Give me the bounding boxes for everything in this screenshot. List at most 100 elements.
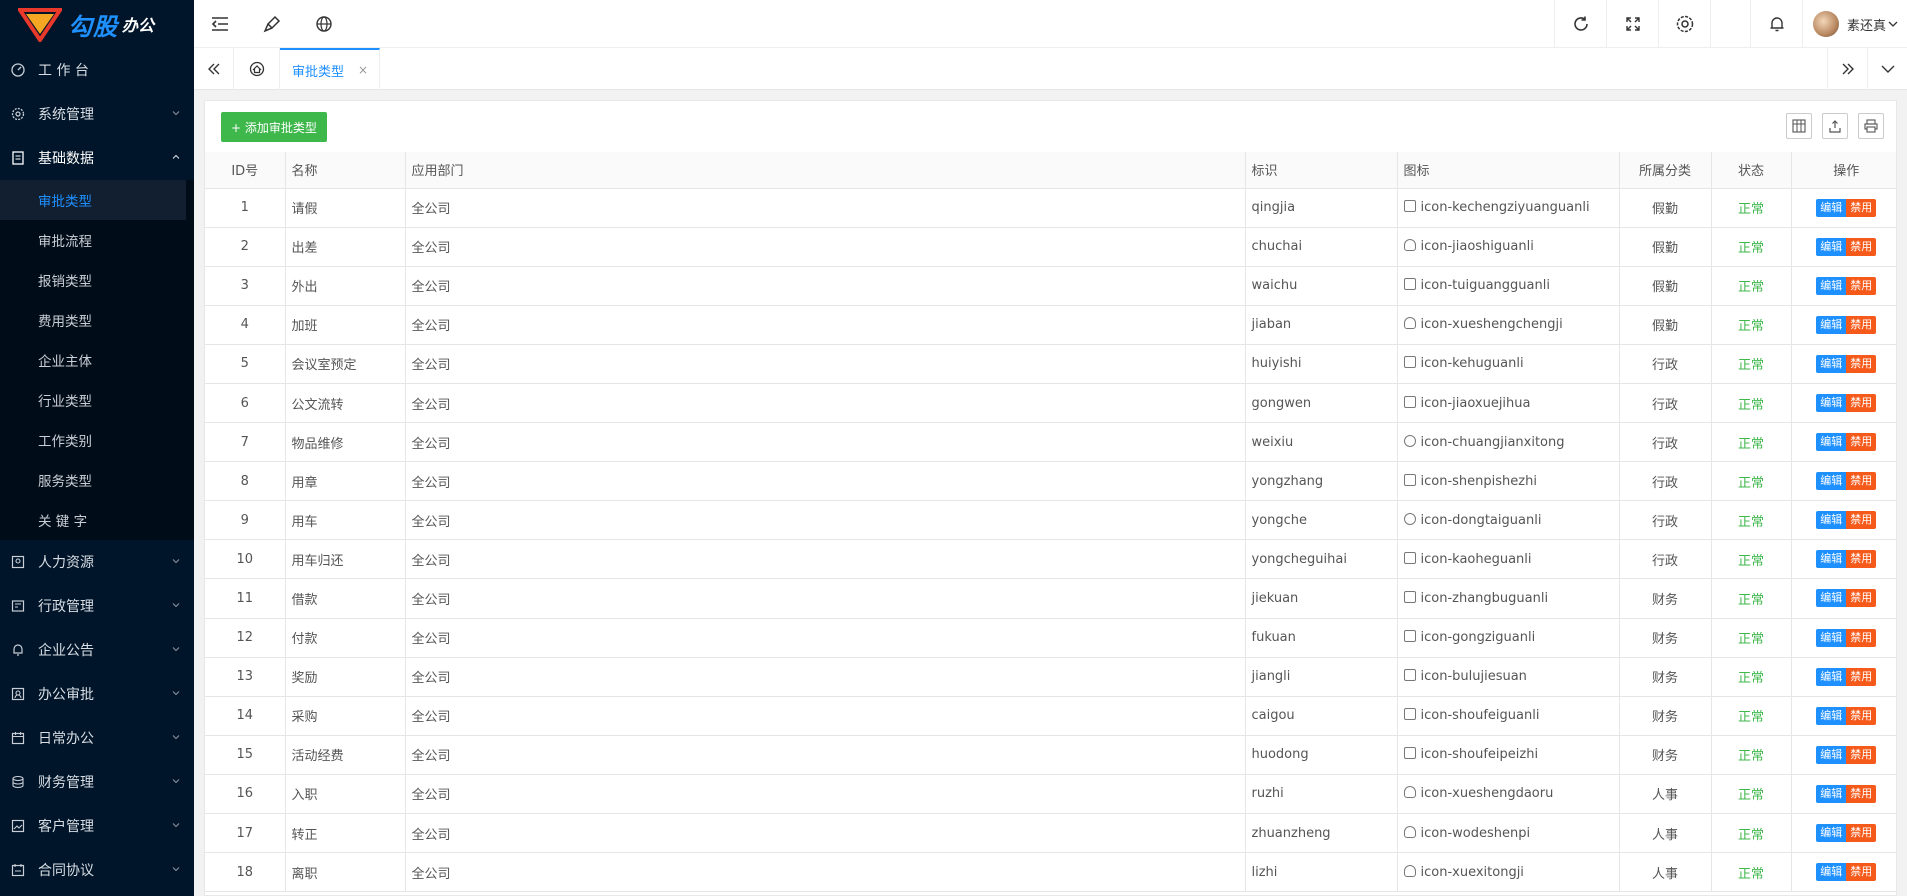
header-code[interactable]: 标识	[1245, 152, 1398, 189]
disable-button[interactable]: 禁用	[1846, 706, 1877, 725]
edit-button[interactable]: 编辑	[1816, 824, 1847, 843]
sidebar-item-industry-type[interactable]: 行业类型	[0, 380, 194, 420]
edit-button[interactable]: 编辑	[1816, 198, 1847, 217]
table-row[interactable]: 5 会议室预定 全公司 huiyishi icon-kehuguanli 行政 正常 编辑 禁用	[205, 344, 1896, 384]
header-department[interactable]: 应用部门	[405, 152, 1246, 189]
nav-admin[interactable]: 行政管理	[0, 584, 194, 628]
edit-button[interactable]: 编辑	[1816, 589, 1847, 608]
disable-button[interactable]: 禁用	[1846, 276, 1877, 295]
nav-daily[interactable]: 日常办公	[0, 716, 194, 760]
table-row[interactable]: 12 付款 全公司 fukuan icon-gongziguanli 财务 正常 编辑 禁用	[205, 618, 1896, 658]
edit-button[interactable]: 编辑	[1816, 784, 1847, 803]
edit-button[interactable]: 编辑	[1816, 276, 1847, 295]
print-icon[interactable]	[1858, 113, 1884, 139]
disable-button[interactable]: 禁用	[1846, 628, 1877, 647]
menu-toggle-icon[interactable]	[194, 0, 246, 48]
table-row[interactable]: 18 离职 全公司 lizhi icon-xuexitongji 人事 正常 编辑 禁用	[205, 852, 1896, 893]
disable-button[interactable]: 禁用	[1846, 784, 1877, 803]
edit-button[interactable]: 编辑	[1816, 706, 1847, 725]
edit-button[interactable]: 编辑	[1816, 433, 1847, 452]
nav-contract[interactable]: 合同协议	[0, 848, 194, 892]
sidebar-item-work-category[interactable]: 工作类别	[0, 420, 194, 460]
table-row[interactable]: 16 入职 全公司 ruzhi icon-xueshengdaoru 人事 正常 编辑 禁用	[205, 774, 1896, 815]
table-row[interactable]: 3 外出 全公司 waichu icon-tuiguangguanli 假勤 正常 编辑 禁用	[205, 266, 1896, 306]
table-row[interactable]: 11 借款 全公司 jiekuan icon-zhangbuguanli 财务 正常 编辑 禁用	[205, 578, 1896, 619]
nav-workbench[interactable]: 工 作 台	[0, 48, 194, 92]
edit-button[interactable]: 编辑	[1816, 511, 1847, 530]
disable-button[interactable]: 禁用	[1846, 589, 1877, 608]
header-name[interactable]: 名称	[285, 152, 406, 189]
edit-button[interactable]: 编辑	[1816, 745, 1847, 764]
user-menu[interactable]: 素还真	[1803, 0, 1907, 48]
header-category[interactable]: 所属分类	[1619, 152, 1712, 189]
sidebar-item-expense-type[interactable]: 费用类型	[0, 300, 194, 340]
export-icon[interactable]	[1822, 113, 1848, 139]
disable-button[interactable]: 禁用	[1846, 354, 1877, 373]
nav-finance[interactable]: 财务管理	[0, 760, 194, 804]
table-row[interactable]: 6 公文流转 全公司 gongwen icon-jiaoxuejihua 行政 正常 编辑 禁用	[205, 383, 1896, 424]
nav-basic-data[interactable]: 基础数据	[0, 136, 194, 180]
nav-system[interactable]: 系统管理	[0, 92, 194, 136]
sidebar-item-service-type[interactable]: 服务类型	[0, 460, 194, 500]
disable-button[interactable]: 禁用	[1846, 315, 1877, 334]
disable-button[interactable]: 禁用	[1846, 745, 1877, 764]
sidebar-item-keyword[interactable]: 关 键 字	[0, 500, 194, 540]
table-row[interactable]: 7 物品维修 全公司 weixiu icon-chuangjianxitong 行政 正常 编…	[205, 422, 1896, 463]
edit-button[interactable]: 编辑	[1816, 628, 1847, 647]
bell-icon[interactable]	[1751, 0, 1803, 48]
columns-filter-icon[interactable]	[1786, 113, 1812, 139]
table-row[interactable]: 13 奖励 全公司 jiangli icon-bulujiesuan 财务 正常 编辑 禁用	[205, 657, 1896, 697]
disable-button[interactable]: 禁用	[1846, 394, 1877, 413]
settings-gear-icon[interactable]	[1659, 0, 1711, 48]
disable-button[interactable]: 禁用	[1846, 824, 1877, 843]
refresh-icon[interactable]	[1555, 0, 1607, 48]
logo[interactable]: 勾股 办公	[0, 0, 194, 48]
fullscreen-icon[interactable]	[1607, 0, 1659, 48]
nav-customer[interactable]: 客户管理	[0, 804, 194, 848]
disable-button[interactable]: 禁用	[1846, 511, 1877, 530]
header-id[interactable]: ID号	[205, 152, 286, 189]
disable-button[interactable]: 禁用	[1846, 433, 1877, 452]
globe-icon[interactable]	[298, 0, 350, 48]
table-row[interactable]: 14 采购 全公司 caigou icon-shoufeiguanli 财务 正常 编辑 禁用	[205, 696, 1896, 736]
table-row[interactable]: 10 用车归还 全公司 yongcheguihai icon-kaoheguanli 行政…	[205, 539, 1896, 580]
disable-button[interactable]: 禁用	[1846, 472, 1877, 491]
table-row[interactable]: 9 用车 全公司 yongche icon-dongtaiguanli 行政 正常 编辑 禁用	[205, 500, 1896, 541]
add-approval-type-button[interactable]: + 添加审批类型	[221, 112, 327, 142]
edit-button[interactable]: 编辑	[1816, 667, 1847, 686]
table-row[interactable]: 15 活动经费 全公司 huodong icon-shoufeipeizhi 财务 正常 编辑…	[205, 735, 1896, 775]
tab-scroll-left-icon[interactable]	[194, 48, 234, 90]
disable-button[interactable]: 禁用	[1846, 198, 1877, 217]
sidebar-item-reimburse-type[interactable]: 报销类型	[0, 260, 194, 300]
nav-approval[interactable]: 办公审批	[0, 672, 194, 716]
sidebar-item-approval-flow[interactable]: 审批流程	[0, 220, 194, 260]
table-row[interactable]: 2 出差 全公司 chuchai icon-jiaoshiguanli 假勤 正常 编辑 禁用	[205, 227, 1896, 267]
header-icon[interactable]: 图标	[1397, 152, 1620, 189]
nav-hr[interactable]: 人力资源	[0, 540, 194, 584]
tab-menu-chevron-icon[interactable]	[1867, 48, 1907, 90]
disable-button[interactable]: 禁用	[1846, 863, 1877, 882]
tab-approval-type[interactable]: 审批类型 ×	[280, 48, 380, 90]
home-tab-icon[interactable]	[234, 48, 280, 90]
table-row[interactable]: 17 转正 全公司 zhuanzheng icon-wodeshenpi 人事 正常 编辑 禁用	[205, 813, 1896, 854]
tab-scroll-right-icon[interactable]	[1827, 48, 1867, 90]
disable-button[interactable]: 禁用	[1846, 550, 1877, 569]
table-row[interactable]: 4 加班 全公司 jiaban icon-xueshengchengji 假勤 正常 编辑 禁用	[205, 305, 1896, 345]
edit-button[interactable]: 编辑	[1816, 354, 1847, 373]
edit-button[interactable]: 编辑	[1816, 550, 1847, 569]
close-icon[interactable]: ×	[358, 63, 368, 77]
sidebar-item-approval-type[interactable]: 审批类型	[0, 180, 186, 220]
disable-button[interactable]: 禁用	[1846, 237, 1877, 256]
clear-cache-icon[interactable]	[246, 0, 298, 48]
nav-notice[interactable]: 企业公告	[0, 628, 194, 672]
header-status[interactable]: 状态	[1711, 152, 1792, 189]
disable-button[interactable]: 禁用	[1846, 667, 1877, 686]
table-row[interactable]: 8 用章 全公司 yongzhang icon-shenpishezhi 行政 正常 编辑 禁用	[205, 461, 1896, 502]
edit-button[interactable]: 编辑	[1816, 315, 1847, 334]
edit-button[interactable]: 编辑	[1816, 863, 1847, 882]
sidebar-item-enterprise[interactable]: 企业主体	[0, 340, 194, 380]
table-row[interactable]: 1 请假 全公司 qingjia icon-kechengziyuanguanli 假勤正…	[205, 188, 1896, 228]
edit-button[interactable]: 编辑	[1816, 472, 1847, 491]
edit-button[interactable]: 编辑	[1816, 394, 1847, 413]
edit-button[interactable]: 编辑	[1816, 237, 1847, 256]
